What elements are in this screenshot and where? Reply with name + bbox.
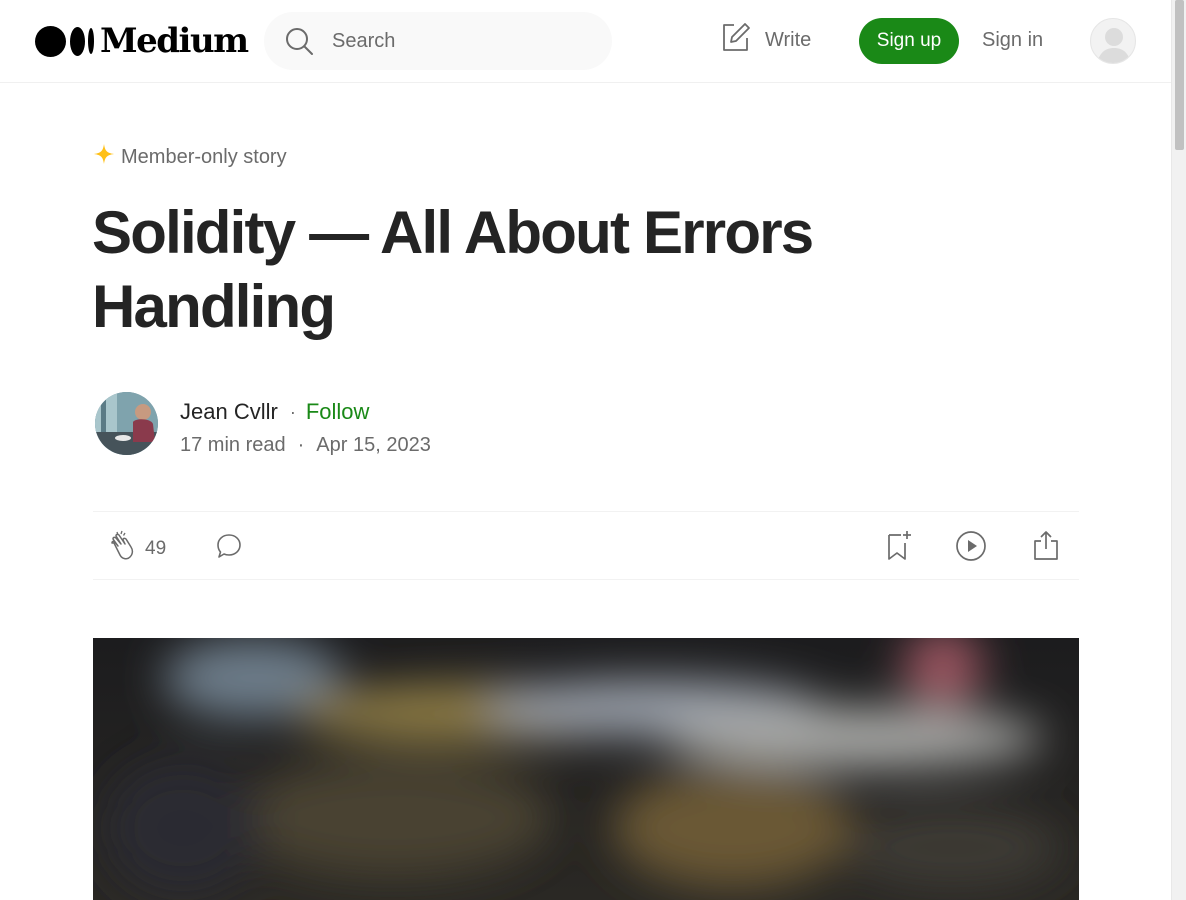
author-row: Jean Cvllr · Follow [180,399,369,425]
sign-up-button[interactable]: Sign up [859,18,959,64]
listen-button[interactable] [955,530,987,567]
write-label: Write [765,28,812,51]
search-icon [284,26,314,56]
user-avatar-icon[interactable] [1090,18,1136,64]
write-icon [720,21,752,59]
bookmark-icon [886,531,912,565]
search-input[interactable] [332,29,592,53]
share-icon [1032,531,1060,565]
follow-button[interactable]: Follow [306,399,370,425]
medium-logo[interactable]: Medium [35,21,249,61]
author-name[interactable]: Jean Cvllr [180,399,278,425]
comment-icon [215,534,243,564]
scrollbar-thumb[interactable] [1175,0,1184,150]
comment-button[interactable] [215,532,243,565]
search-bar[interactable] [264,12,612,70]
article-hero-image [93,638,1079,900]
member-only-label: Member-only story [121,145,287,168]
share-button[interactable] [1032,529,1060,566]
article-title: Solidity — All About Errors Handling [92,199,814,340]
clap-count: 49 [145,537,167,559]
medium-logo-mark [35,25,94,57]
article-meta: 17 min read · Apr 15, 2023 [180,434,431,457]
read-time: 17 min read [180,434,286,456]
write-button[interactable]: Write [720,23,811,57]
clap-button[interactable]: 49 [105,530,166,567]
separator-dot: · [289,401,296,422]
bookmark-button[interactable] [886,529,912,566]
member-only-badge: Member-only story [93,143,287,171]
logo-text: Medium [100,21,249,61]
page-scrollbar[interactable] [1171,0,1186,900]
star-icon [93,143,115,171]
clap-icon [105,530,137,567]
top-navigation-bar: Medium Write Sign up Sign in [0,0,1171,83]
separator-dot: · [297,434,305,456]
play-icon [955,531,987,566]
article-action-bar: 49 [93,511,1079,580]
author-avatar[interactable] [95,392,158,455]
publish-date: Apr 15, 2023 [316,434,431,456]
sign-in-link[interactable]: Sign in [982,29,1043,52]
